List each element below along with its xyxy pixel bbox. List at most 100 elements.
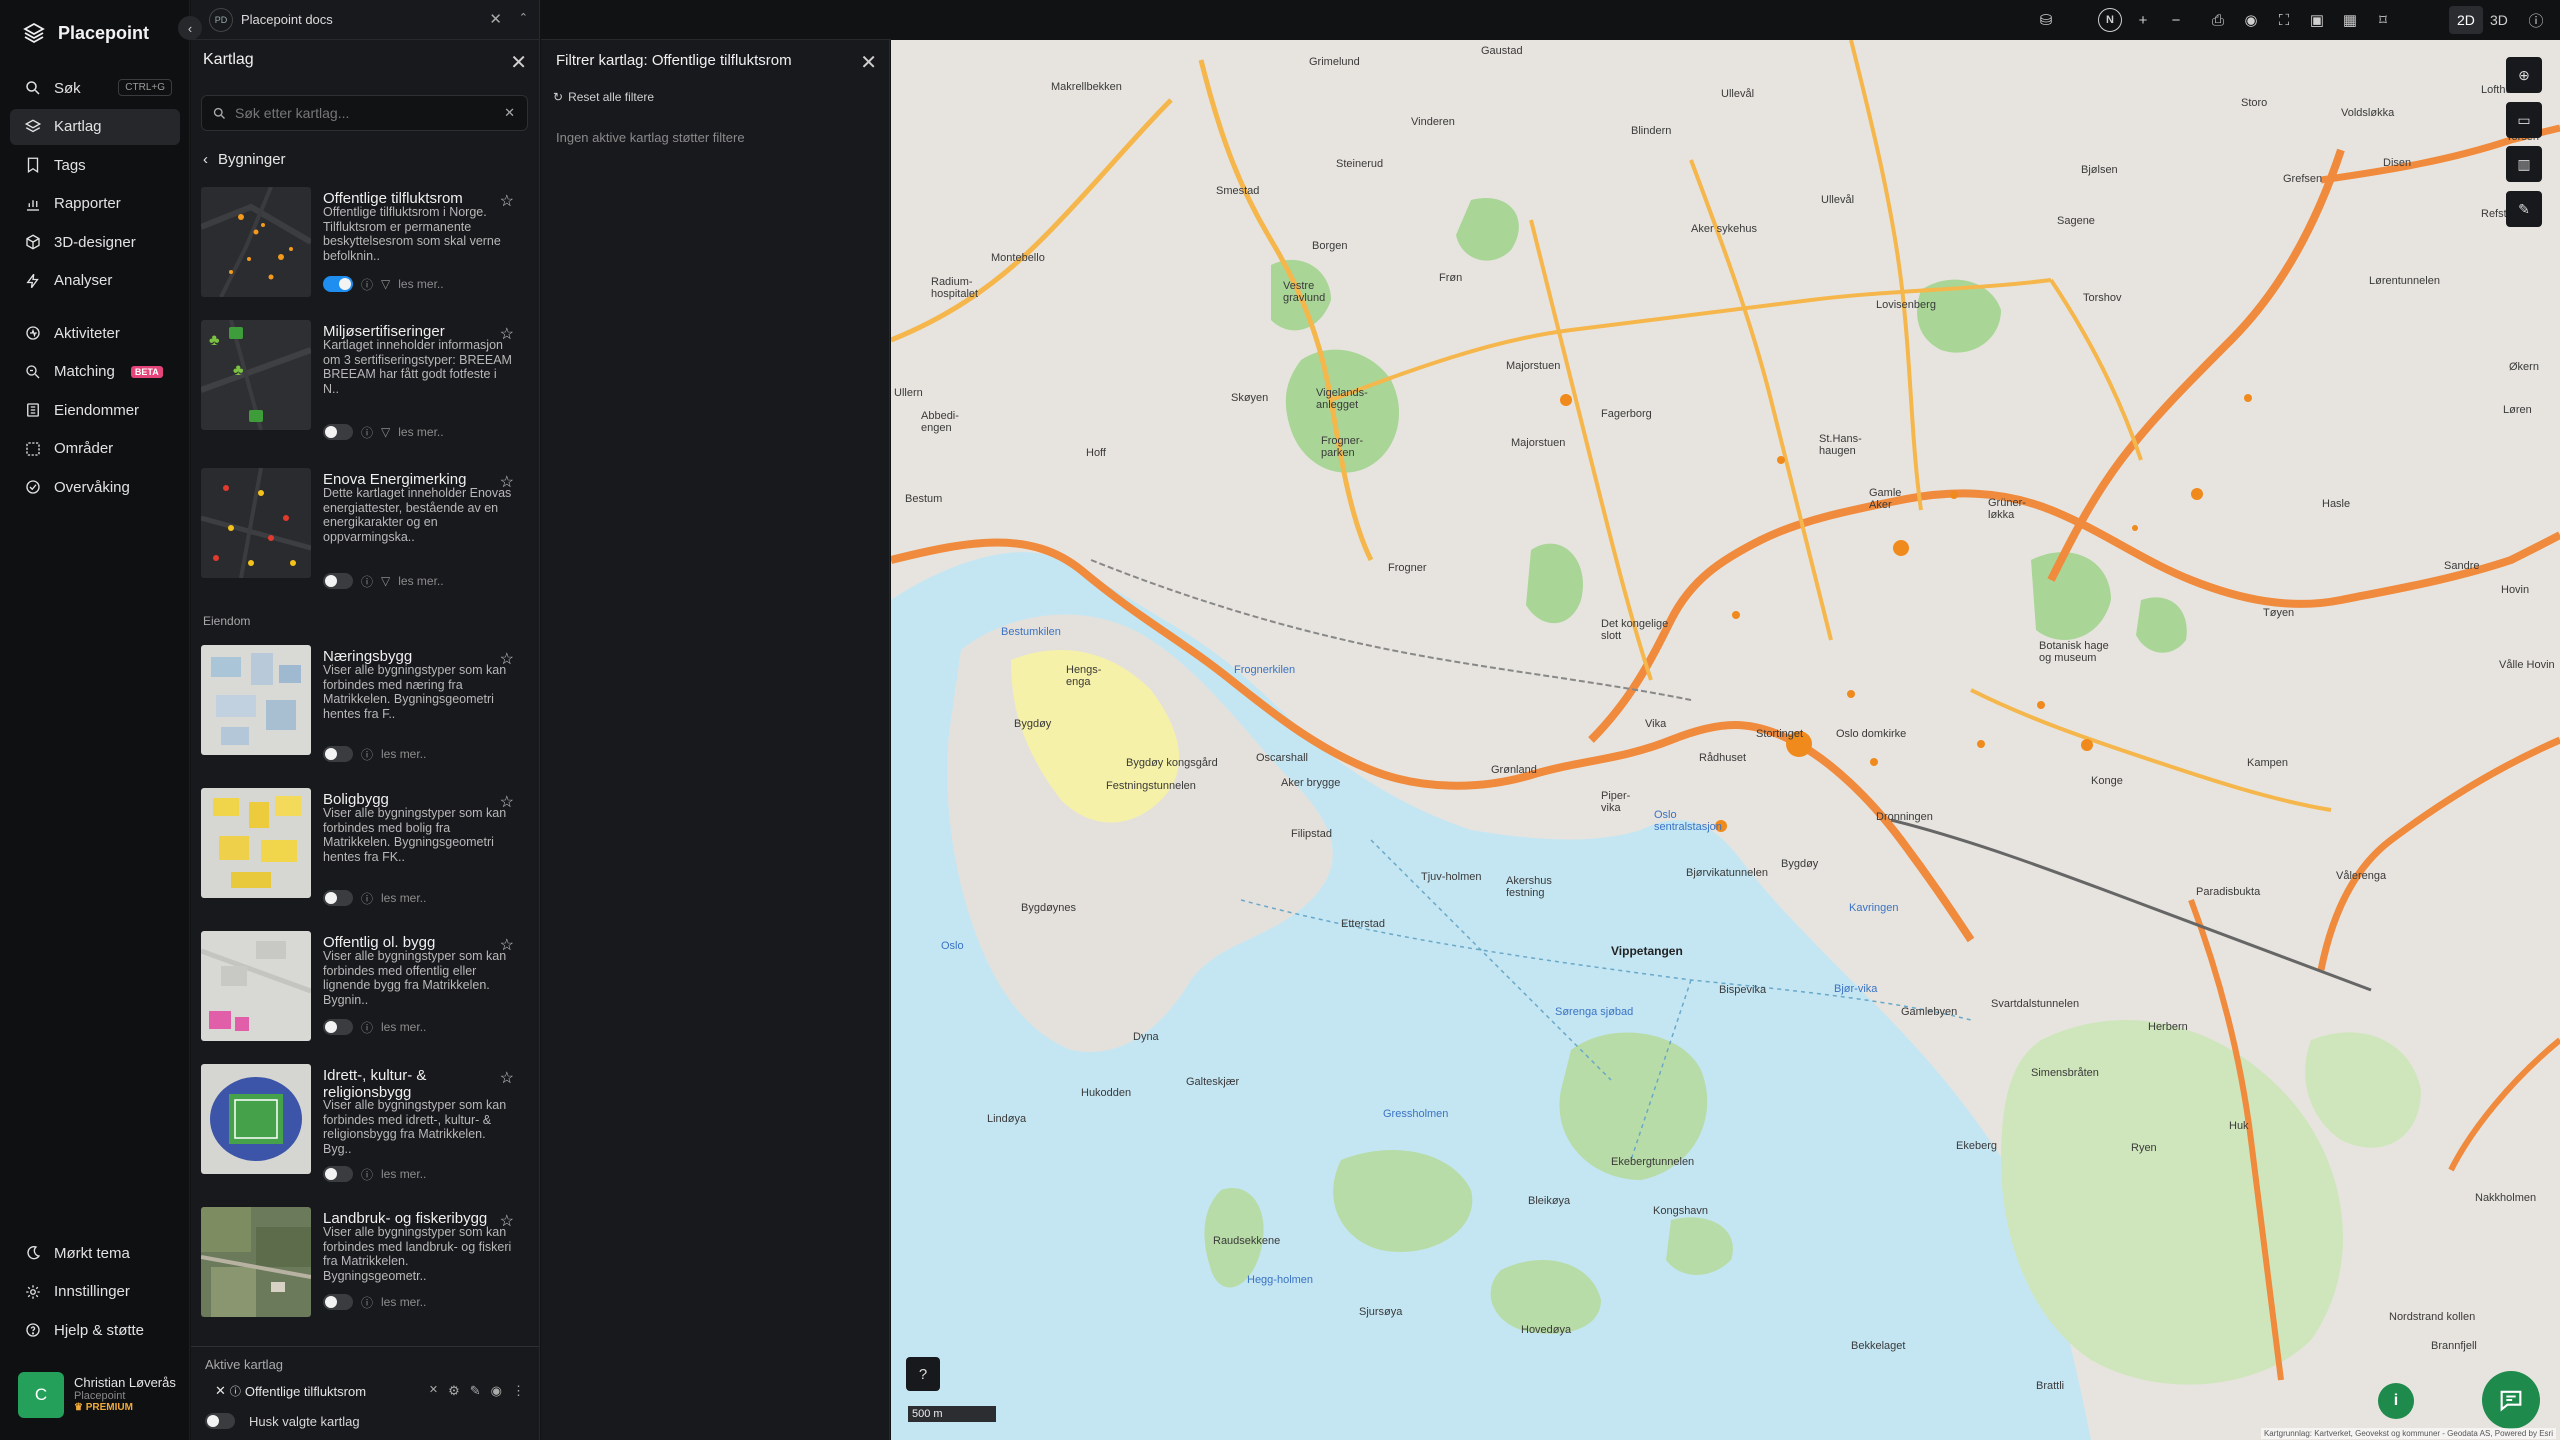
nav-item-tags[interactable]: Tags <box>10 147 180 183</box>
star-icon[interactable]: ☆ <box>500 191 514 211</box>
nav-item-monitoring[interactable]: Overvåking <box>10 469 180 505</box>
chat-button[interactable] <box>2482 1371 2540 1429</box>
layer-search-input[interactable] <box>235 105 485 121</box>
star-icon[interactable]: ☆ <box>500 649 514 669</box>
layer-toggle[interactable] <box>323 890 353 906</box>
info-icon[interactable]: ⓘ <box>361 1166 373 1183</box>
measure-tool-button[interactable]: ▭ <box>2506 102 2542 138</box>
collapse-nav-button[interactable]: ‹ <box>178 16 202 40</box>
chevron-updown-icon[interactable]: ⌃ <box>519 11 528 24</box>
info-icon[interactable]: ⓘ <box>361 746 373 763</box>
read-more-link[interactable]: les mer.. <box>398 574 443 588</box>
map-info-button[interactable]: i <box>2378 1383 2414 1419</box>
nav-item-layers[interactable]: Kartlag <box>10 108 180 145</box>
nav-item-activities[interactable]: Aktiviteter <box>10 315 180 351</box>
grid-icon[interactable]: ▦ <box>2338 8 2362 32</box>
layer-toggle[interactable] <box>323 746 353 762</box>
nav-item-areas[interactable]: Områder <box>10 431 180 467</box>
eye-icon[interactable]: ◉ <box>2239 8 2263 32</box>
info-icon[interactable]: ⓘ <box>361 573 373 590</box>
layer-toggle[interactable] <box>323 1019 353 1035</box>
info-icon[interactable]: ⓘ <box>361 1019 373 1036</box>
draw-tool-button[interactable]: ✎ <box>2506 191 2542 227</box>
info-icon[interactable]: ⓘ <box>361 276 373 293</box>
layer-toggle[interactable] <box>323 276 353 292</box>
nav-item-settings[interactable]: Innstillinger <box>10 1274 180 1310</box>
nav-item-dark-theme[interactable]: Mørkt tema <box>10 1235 180 1271</box>
mode-3d-button[interactable]: 3D <box>2482 6 2516 34</box>
info-icon[interactable]: ⓘ <box>361 890 373 907</box>
read-more-link[interactable]: les mer.. <box>381 891 426 905</box>
read-more-link[interactable]: les mer.. <box>381 1020 426 1034</box>
nav-item-properties[interactable]: Eiendommer <box>10 392 180 428</box>
info-icon[interactable]: ⓘ <box>230 1383 241 1399</box>
read-more-link[interactable]: les mer.. <box>381 747 426 761</box>
layer-card[interactable]: Boligbygg Viser alle bygningstyper som k… <box>201 788 528 908</box>
nav-item-reports[interactable]: Rapporter <box>10 186 180 222</box>
nav-item-3d-designer[interactable]: 3D-designer <box>10 224 180 260</box>
star-icon[interactable]: ☆ <box>500 935 514 955</box>
star-icon[interactable]: ☆ <box>500 1211 514 1231</box>
mode-2d-button[interactable]: 2D <box>2449 6 2483 34</box>
filter-icon[interactable]: ▽ <box>381 425 390 439</box>
compass-button[interactable]: N <box>2098 8 2122 32</box>
brand[interactable]: Placepoint <box>22 18 149 48</box>
layer-card[interactable]: Offentlige tilfluktsrom Offentlige tilfl… <box>201 187 528 307</box>
info-icon[interactable]: ⓘ <box>361 1294 373 1311</box>
filter-icon[interactable]: ▽ <box>381 574 390 588</box>
filter-icon[interactable]: ▽ <box>381 277 390 291</box>
read-more-link[interactable]: les mer.. <box>398 425 443 439</box>
fullscreen-icon[interactable]: ⛶ <box>2272 8 2296 32</box>
zoom-out-button[interactable]: − <box>2164 8 2188 32</box>
star-icon[interactable]: ☆ <box>500 1068 514 1088</box>
chart-tool-button[interactable]: ▥ <box>2506 146 2542 182</box>
user-profile[interactable]: C Christian Løverås Placepoint ♛ PREMIUM <box>18 1372 183 1422</box>
close-icon[interactable]: ✕ <box>489 10 502 28</box>
back-to-category-button[interactable]: ‹ Bygninger <box>203 149 286 169</box>
layers-stack-icon[interactable]: ⛁ <box>2034 8 2058 32</box>
layer-card[interactable]: Næringsbygg Viser alle bygningstyper som… <box>201 645 528 765</box>
info-icon[interactable]: ⓘ <box>361 424 373 441</box>
edit-icon[interactable]: ✎ <box>470 1383 481 1399</box>
nav-item-matching[interactable]: Matching BETA <box>10 354 180 390</box>
remember-layers-toggle[interactable] <box>205 1413 235 1429</box>
bookmark-icon[interactable]: ⌑ <box>2371 8 2395 32</box>
star-icon[interactable]: ☆ <box>500 792 514 812</box>
layer-controls: ⓘ les mer.. <box>323 890 426 906</box>
more-icon[interactable]: ⋮ <box>512 1383 525 1399</box>
zoom-in-button[interactable]: + <box>2131 8 2155 32</box>
layer-card[interactable]: Landbruk- og fiskeribygg Viser alle bygn… <box>201 1207 528 1327</box>
camera-icon[interactable]: ▣ <box>2305 8 2329 32</box>
layer-toggle[interactable] <box>323 1294 353 1310</box>
layer-card[interactable]: ♣ ♣ Miljøsertifiseringer Kartlaget inneho… <box>201 320 528 440</box>
layer-card[interactable]: Offentlig ol. bygg Viser alle bygningsty… <box>201 931 528 1046</box>
nav-item-analyses[interactable]: Analyser <box>10 263 180 299</box>
visibility-icon[interactable]: ◉ <box>491 1383 502 1399</box>
info-icon[interactable]: ⓘ <box>2524 8 2548 32</box>
layer-toggle[interactable] <box>323 424 353 440</box>
layer-toggle[interactable] <box>323 1166 353 1182</box>
reset-filters-button[interactable]: ↻ Reset alle filtere <box>553 90 654 104</box>
layer-card[interactable]: Idrett-, kultur- & religionsbygg Viser a… <box>201 1064 528 1189</box>
star-icon[interactable]: ☆ <box>500 472 514 492</box>
layer-card[interactable]: Enova Energimerking Dette kartlaget inne… <box>201 468 528 590</box>
clear-filter-icon[interactable]: ✕ <box>429 1383 438 1399</box>
active-layer-row[interactable]: ✕ ⓘ Offentlige tilfluktsrom ✕ ⚙ ✎ ◉ ⋮ <box>215 1380 525 1402</box>
read-more-link[interactable]: les mer.. <box>398 277 443 291</box>
close-filter-button[interactable]: ✕ <box>860 50 877 75</box>
nav-item-search[interactable]: Søk CTRL+G <box>10 70 180 106</box>
map-view[interactable]: Grimelund Gaustad Makrellbekken Ullevål … <box>891 40 2560 1440</box>
settings-icon[interactable]: ⚙ <box>448 1383 460 1399</box>
read-more-link[interactable]: les mer.. <box>381 1167 426 1181</box>
clear-search-icon[interactable]: ✕ <box>504 105 515 121</box>
map-help-button[interactable]: ? <box>906 1357 940 1391</box>
document-selector[interactable]: PD Placepoint docs ✕ ⌃ <box>191 0 539 40</box>
select-tool-button[interactable]: ⊕ <box>2506 57 2542 93</box>
read-more-link[interactable]: les mer.. <box>381 1295 426 1309</box>
close-panel-button[interactable]: ✕ <box>510 50 527 75</box>
nav-item-help[interactable]: Hjelp & støtte <box>10 1312 180 1348</box>
layer-toggle[interactable] <box>323 573 353 589</box>
print-icon[interactable]: ⎙ <box>2206 8 2230 32</box>
remove-layer-icon[interactable]: ✕ <box>215 1383 226 1399</box>
star-icon[interactable]: ☆ <box>500 324 514 344</box>
